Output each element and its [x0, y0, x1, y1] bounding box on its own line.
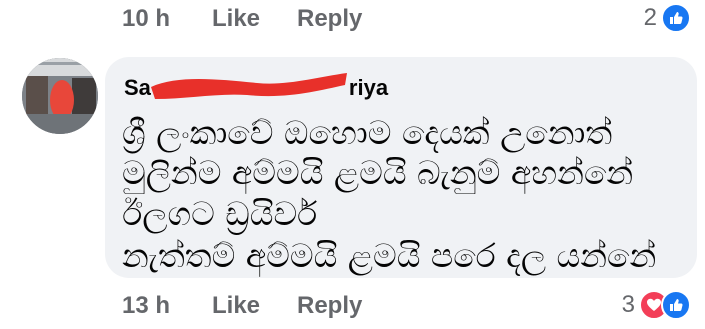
comment-action-bar-previous: 10 h Like Reply 2 [0, 0, 705, 38]
reply-button[interactable]: Reply [297, 4, 362, 34]
comment-text-line: ඊලගට ඩ්‍රයිවර් [122, 194, 318, 233]
comment-bubble: Sa riya ශ්‍රී ලංකාවේ ඔහොම දෙයක් උනොත් මුල… [105, 57, 697, 278]
author-name-end: riya [348, 75, 389, 100]
timestamp-link[interactable]: 10 h [122, 4, 170, 34]
reaction-count: 2 [643, 4, 657, 31]
avatar[interactable] [22, 58, 98, 134]
reaction-summary[interactable]: 3 [622, 289, 691, 321]
like-button[interactable]: Like [212, 4, 260, 34]
comment-text-line: නැත්තම් අම්මයි ළමයි පරෙ දල යන්නේ [122, 236, 657, 275]
reaction-summary[interactable]: 2 [644, 2, 691, 34]
like-button[interactable]: Like [212, 291, 260, 321]
like-icon [661, 290, 691, 320]
name-redaction-scribble [151, 73, 347, 99]
like-icon [661, 3, 691, 33]
timestamp-link[interactable]: 13 h [122, 291, 170, 321]
comment-text-line: ශ්‍රී ලංකාවේ ඔහොම දෙයක් උනොත් [122, 113, 613, 152]
reply-button[interactable]: Reply [297, 291, 362, 321]
comment-action-bar: 13 h Like Reply 3 [0, 287, 705, 325]
comment-text-line: මුලින්ම අම්මයි ළමයි බැනුම් අහන්නේ [122, 153, 634, 192]
reaction-count: 3 [621, 291, 635, 318]
